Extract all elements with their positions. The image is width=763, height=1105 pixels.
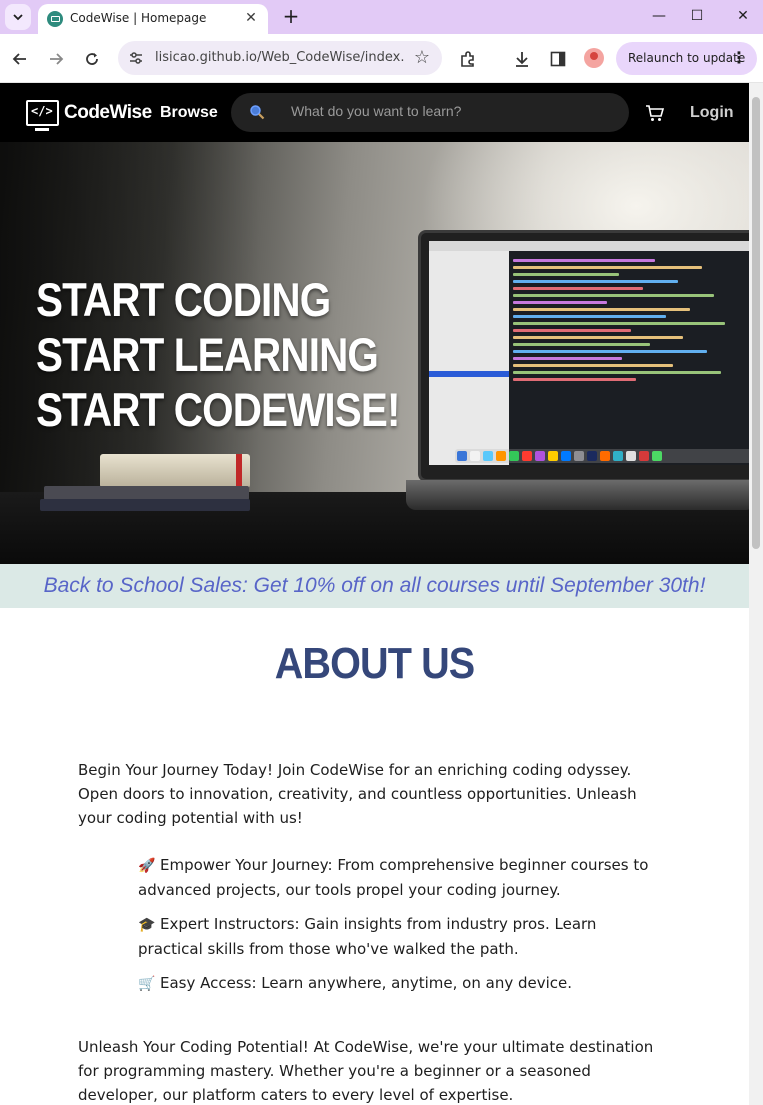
list-item: 🚀 Empower Your Journey: From comprehensiv… (138, 853, 658, 902)
close-window-icon[interactable]: ✕ (731, 6, 755, 26)
side-panel-icon[interactable] (546, 47, 570, 71)
search-input[interactable] (291, 103, 611, 119)
hero-line: START CODEWISE! (36, 383, 400, 436)
graduation-cap-icon: 🎓 (138, 917, 156, 933)
hero-line: START LEARNING (36, 328, 379, 381)
chevron-down-icon (13, 14, 23, 21)
browser-tab[interactable]: CodeWise | Homepage ✕ (38, 4, 268, 34)
tab-title: CodeWise | Homepage (70, 11, 207, 25)
site-settings-icon[interactable] (128, 50, 144, 66)
close-icon[interactable]: ✕ (242, 9, 260, 27)
star-icon[interactable]: ☆ (414, 47, 430, 68)
new-tab-button[interactable]: + (280, 5, 302, 27)
hero-headline: START CODING START LEARNING START CODEWI… (36, 272, 459, 437)
hero-line: START CODING (36, 273, 331, 326)
about-title: ABOUT US (274, 639, 476, 688)
browser-tab-strip: CodeWise | Homepage ✕ + — ☐ ✕ (0, 0, 763, 34)
feature-text: Empower Your Journey: From comprehensive… (138, 856, 649, 899)
cart-icon: 🛒 (138, 976, 156, 992)
list-item: 🛒 Easy Access: Learn anywhere, anytime, o… (138, 971, 658, 996)
site-logo[interactable]: </> CodeWise (26, 97, 152, 131)
hero-books-image (40, 454, 255, 514)
profile-avatar[interactable] (584, 48, 604, 68)
hero-laptop-base (406, 480, 749, 510)
feature-text: Expert Instructors: Gain insights from i… (138, 915, 597, 958)
login-link[interactable]: Login (690, 104, 734, 122)
back-arrow-icon[interactable] (8, 47, 32, 71)
nav-browse-link[interactable]: Browse (160, 104, 218, 122)
cart-icon[interactable] (645, 103, 665, 123)
hero-banner: START CODING START LEARNING START CODEWI… (0, 142, 749, 564)
about-paragraph: Unleash Your Coding Potential! At CodeWi… (78, 1038, 654, 1104)
scrollbar-thumb[interactable] (752, 97, 760, 549)
feature-text: Easy Access: Learn anywhere, anytime, on… (160, 974, 573, 992)
puzzle-icon[interactable] (456, 47, 480, 71)
logo-text: CodeWise (64, 102, 152, 123)
page-viewport: </> CodeWise Browse Login (0, 83, 749, 1105)
maximize-icon[interactable]: ☐ (685, 6, 709, 26)
tab-search-button[interactable] (5, 4, 31, 30)
sale-banner-text[interactable]: Back to School Sales: Get 10% off on all… (44, 574, 706, 598)
list-item: 🎓 Expert Instructors: Gain insights from … (138, 912, 658, 961)
site-search (231, 93, 629, 132)
relaunch-button[interactable]: Relaunch to update ⋮ (616, 42, 757, 75)
feature-list: 🚀 Empower Your Journey: From comprehensiv… (138, 853, 658, 996)
reload-icon[interactable] (80, 47, 104, 71)
code-monitor-icon: </> (26, 100, 59, 131)
address-bar[interactable]: lisicao.github.io/Web_CodeWise/index... … (118, 41, 442, 75)
forward-arrow-icon[interactable] (44, 47, 68, 71)
about-intro: Begin Your Journey Today! Join CodeWise … (78, 761, 637, 827)
about-section: Begin Your Journey Today! Join CodeWise … (78, 758, 658, 1105)
monitor-icon (47, 11, 63, 27)
more-vert-icon[interactable]: ⋮ (731, 48, 747, 68)
page-scrollbar[interactable] (749, 83, 763, 1105)
search-icon[interactable] (249, 104, 265, 120)
site-header: </> CodeWise Browse Login (0, 83, 749, 142)
minimize-icon[interactable]: — (647, 6, 671, 26)
download-icon[interactable] (510, 47, 534, 71)
sale-banner: Back to School Sales: Get 10% off on all… (0, 564, 749, 608)
rocket-icon: 🚀 (138, 858, 156, 874)
url-text: lisicao.github.io/Web_CodeWise/index... (155, 50, 405, 65)
relaunch-label: Relaunch to update (628, 51, 746, 65)
browser-toolbar: lisicao.github.io/Web_CodeWise/index... … (0, 34, 763, 83)
hero-laptop-image (418, 230, 749, 482)
